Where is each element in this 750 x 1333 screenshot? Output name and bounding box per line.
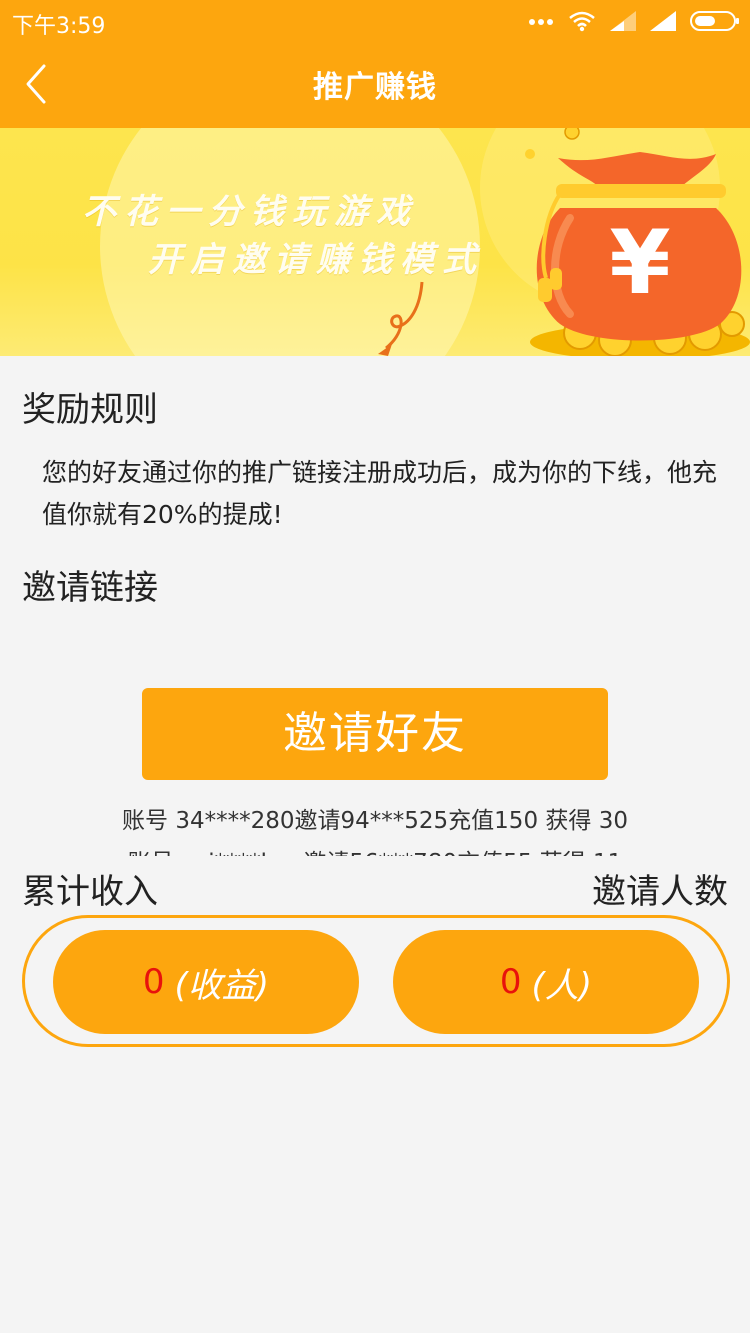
ticker-item: 账号 cui****hao邀请56***780充值55 获得 11 [0, 842, 750, 856]
yen-symbol: ¥ [609, 211, 670, 314]
page-title: 推广赚钱 [313, 70, 437, 105]
invites-unit: (人) [531, 965, 593, 1006]
battery-icon [690, 11, 739, 31]
nav-bar: 推广赚钱 [0, 44, 750, 128]
invites-label: 邀请人数 [592, 872, 728, 912]
invite-link-title: 邀请链接 [22, 568, 158, 608]
status-icons [528, 10, 740, 32]
invites-value: 0 [499, 962, 522, 1002]
wifi-icon [569, 11, 595, 32]
ticker-item: 账号 34****280邀请94***525充值150 获得 30 [122, 808, 628, 834]
status-bar: 下午3:59 [0, 0, 750, 44]
status-time: 下午3:59 [12, 14, 106, 39]
signal-icon [610, 11, 636, 31]
curly-arrow-icon [378, 281, 424, 356]
income-stat-button[interactable]: 0 (收益) [53, 930, 359, 1034]
banner-line-1: 不花一分钱玩游戏 [82, 192, 418, 232]
stats-panel: 0 (收益) 0 (人) [22, 915, 730, 1047]
money-bag-icon: ¥ [525, 128, 750, 356]
invite-friends-button[interactable]: 邀请好友 [142, 688, 608, 780]
rules-text: 您的好友通过你的推广链接注册成功后，成为你的下线，他充值你就有20%的提成! [42, 458, 718, 529]
more-dots-icon [529, 19, 553, 25]
income-unit: (收益) [174, 965, 270, 1006]
signal-icon [650, 11, 676, 31]
invite-ticker: 账号 34****280邀请94***525充值150 获得 30 账号 cui… [0, 800, 750, 856]
income-value: 0 [142, 962, 165, 1002]
income-label: 累计收入 [22, 872, 158, 912]
banner-line-2: 开启邀请赚钱模式 [148, 240, 484, 280]
invites-stat-button[interactable]: 0 (人) [393, 930, 699, 1034]
promo-banner: 不花一分钱玩游戏 开启邀请赚钱模式 ¥ [0, 128, 750, 356]
rules-title: 奖励规则 [22, 390, 158, 430]
